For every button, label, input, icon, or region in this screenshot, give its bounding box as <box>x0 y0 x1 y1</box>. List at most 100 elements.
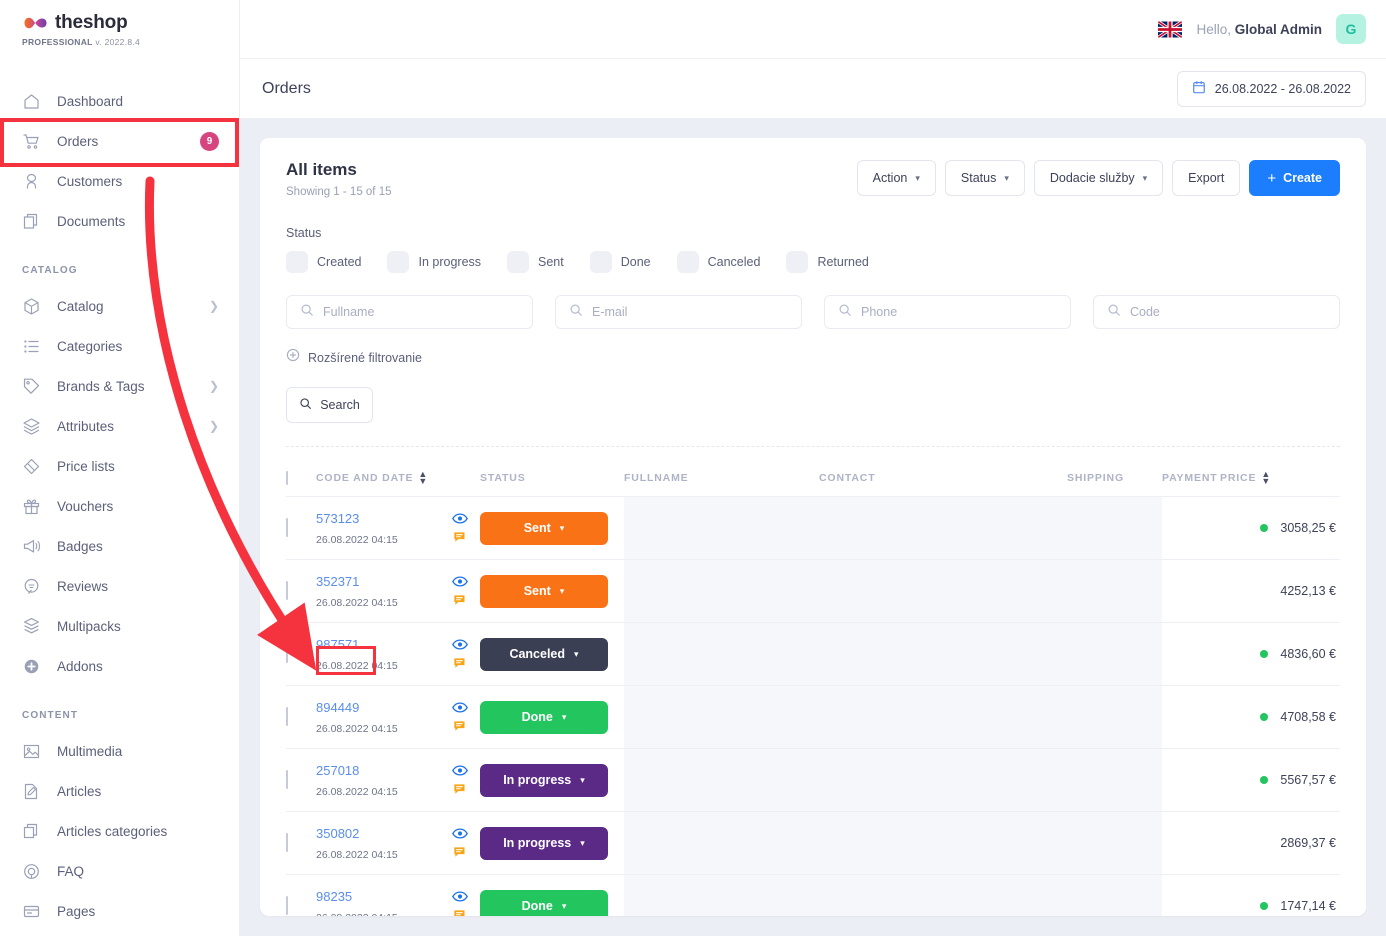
avatar[interactable]: G <box>1336 14 1366 44</box>
status-dropdown-button[interactable]: Done ▾ <box>480 700 608 734</box>
chat-icon[interactable] <box>453 909 468 916</box>
sidebar-item-articles-categories[interactable]: Articles categories <box>0 811 239 851</box>
sidebar-item-vouchers[interactable]: Vouchers <box>0 486 239 526</box>
table-row[interactable]: 98235 26.08.2022 04:15 Done ▾ 1747,14 € <box>286 874 1340 916</box>
eye-icon[interactable] <box>452 512 468 524</box>
select-all-checkbox[interactable] <box>286 471 288 485</box>
sidebar-item-orders[interactable]: Orders 9 <box>0 121 239 161</box>
eye-icon[interactable] <box>452 827 468 839</box>
order-code-link[interactable]: 352371 <box>316 574 359 589</box>
sidebar-item-documents[interactable]: Documents <box>0 201 239 241</box>
row-checkbox[interactable] <box>286 896 288 915</box>
e-mail-input-wrap[interactable] <box>555 295 802 329</box>
fullname-input-wrap[interactable] <box>286 295 533 329</box>
code-input[interactable] <box>1130 305 1326 319</box>
sidebar-item-multipacks[interactable]: Multipacks <box>0 606 239 646</box>
status-filter-option[interactable]: Canceled <box>676 251 780 273</box>
sidebar-item-addons[interactable]: Addons <box>0 646 239 686</box>
brand-logo[interactable]: theshop PROFESSIONAL v. 2022.8.4 <box>0 0 239 47</box>
date-range-picker[interactable]: 26.08.2022 - 26.08.2022 <box>1176 70 1366 107</box>
row-checkbox[interactable] <box>286 707 288 726</box>
eye-icon[interactable] <box>452 575 468 587</box>
sidebar-item-reviews[interactable]: Reviews <box>0 566 239 606</box>
status-dropdown-button[interactable]: Done ▾ <box>480 889 608 916</box>
status-dropdown-button[interactable]: Canceled ▾ <box>480 637 608 671</box>
status-dropdown-button[interactable]: Sent ▾ <box>480 511 608 545</box>
order-code-link[interactable]: 573123 <box>316 511 359 526</box>
chat-icon[interactable] <box>453 783 468 796</box>
create-button[interactable]: + Create <box>1249 160 1340 196</box>
phone-input[interactable] <box>861 305 1057 319</box>
copy-icon <box>22 822 41 841</box>
status-checkbox[interactable] <box>676 251 699 273</box>
advanced-filter-toggle[interactable]: Rozšírené filtrovanie <box>286 348 1340 367</box>
table-row[interactable]: 573123 26.08.2022 04:15 Sent ▾ 3058,25 € <box>286 496 1340 560</box>
status-checkbox[interactable] <box>286 251 308 273</box>
sidebar-item-catalog[interactable]: Catalog ❯ <box>0 286 239 326</box>
order-code-link[interactable]: 894449 <box>316 700 359 715</box>
status-label: Sent <box>523 584 551 598</box>
status-button[interactable]: Status ▾ <box>944 160 1025 196</box>
status-checkbox[interactable] <box>589 251 612 273</box>
sidebar-item-articles[interactable]: Articles <box>0 771 239 811</box>
dodacie-slu-by-button[interactable]: Dodacie služby ▾ <box>1033 160 1164 196</box>
sidebar-item-badges[interactable]: Badges <box>0 526 239 566</box>
eye-icon[interactable] <box>452 638 468 650</box>
order-code-link[interactable]: 350802 <box>316 826 359 841</box>
redacted-contact <box>819 497 1067 559</box>
chat-icon[interactable] <box>453 846 468 859</box>
sidebar-item-pages[interactable]: Pages <box>0 891 239 931</box>
eye-icon[interactable] <box>452 701 468 713</box>
table-row[interactable]: 894449 26.08.2022 04:15 Done ▾ 4708,58 € <box>286 685 1340 749</box>
status-filter-option[interactable]: Created <box>286 251 380 273</box>
status-dropdown-button[interactable]: In progress ▾ <box>480 826 608 860</box>
status-filter-option[interactable]: Done <box>589 251 670 273</box>
table-row[interactable]: 257018 26.08.2022 04:15 In progress ▾ 5567,5… <box>286 748 1340 812</box>
sidebar-item-customers[interactable]: Customers <box>0 161 239 201</box>
sidebar-item-categories[interactable]: Categories <box>0 326 239 366</box>
table-row[interactable]: 987571 26.08.2022 04:15 Canceled ▾ 4836,60 € <box>286 622 1340 686</box>
e-mail-input[interactable] <box>592 305 788 319</box>
order-code-link[interactable]: 98235 <box>316 889 352 904</box>
sort-icon: ▲ ▼ <box>1261 469 1272 486</box>
table-row[interactable]: 352371 26.08.2022 04:15 Sent ▾ 4252,13 € <box>286 559 1340 623</box>
sidebar-item-faq[interactable]: FAQ <box>0 851 239 891</box>
eye-icon[interactable] <box>452 890 468 902</box>
status-filter-option[interactable]: Returned <box>786 251 887 273</box>
th-code-and-date[interactable]: CODE AND DATE ▲ ▼ <box>316 447 480 497</box>
status-checkbox[interactable] <box>786 251 809 273</box>
sidebar-item-dashboard[interactable]: Dashboard <box>0 81 239 121</box>
sidebar-item-brands-tags[interactable]: Brands & Tags ❯ <box>0 366 239 406</box>
row-checkbox[interactable] <box>286 833 288 852</box>
chat-icon[interactable] <box>453 720 468 733</box>
row-checkbox[interactable] <box>286 518 288 537</box>
phone-input-wrap[interactable] <box>824 295 1071 329</box>
order-code-link[interactable]: 257018 <box>316 763 359 778</box>
export-button[interactable]: Export <box>1172 160 1241 196</box>
row-checkbox[interactable] <box>286 581 288 600</box>
th-price[interactable]: PRICE ▲ ▼ <box>1220 447 1340 497</box>
status-filter-option[interactable]: Sent <box>507 251 583 273</box>
row-checkbox[interactable] <box>286 770 288 789</box>
status-dropdown-button[interactable]: Sent ▾ <box>480 574 608 608</box>
chat-icon[interactable] <box>453 657 468 670</box>
code-input-wrap[interactable] <box>1093 295 1340 329</box>
sidebar-item-multimedia[interactable]: Multimedia <box>0 731 239 771</box>
uk-flag-icon[interactable] <box>1158 20 1183 38</box>
status-checkbox[interactable] <box>507 251 530 273</box>
table-row[interactable]: 350802 26.08.2022 04:15 In progress ▾ 2869,3… <box>286 811 1340 875</box>
sidebar-item-price-lists[interactable]: Price lists <box>0 446 239 486</box>
sidebar-item-attributes[interactable]: Attributes ❯ <box>0 406 239 446</box>
chat-icon[interactable] <box>453 531 468 544</box>
fullname-input[interactable] <box>323 305 519 319</box>
status-dropdown-button[interactable]: In progress ▾ <box>480 763 608 797</box>
action-button[interactable]: Action ▾ <box>856 160 936 196</box>
chat-icon[interactable] <box>453 594 468 607</box>
status-checkbox[interactable] <box>387 251 410 273</box>
row-checkbox[interactable] <box>286 644 288 663</box>
contact-cell <box>819 874 1067 916</box>
order-code-link[interactable]: 987571 <box>316 637 359 652</box>
status-filter-option[interactable]: In progress <box>387 251 500 273</box>
eye-icon[interactable] <box>452 764 468 776</box>
search-button[interactable]: Search <box>286 387 373 423</box>
